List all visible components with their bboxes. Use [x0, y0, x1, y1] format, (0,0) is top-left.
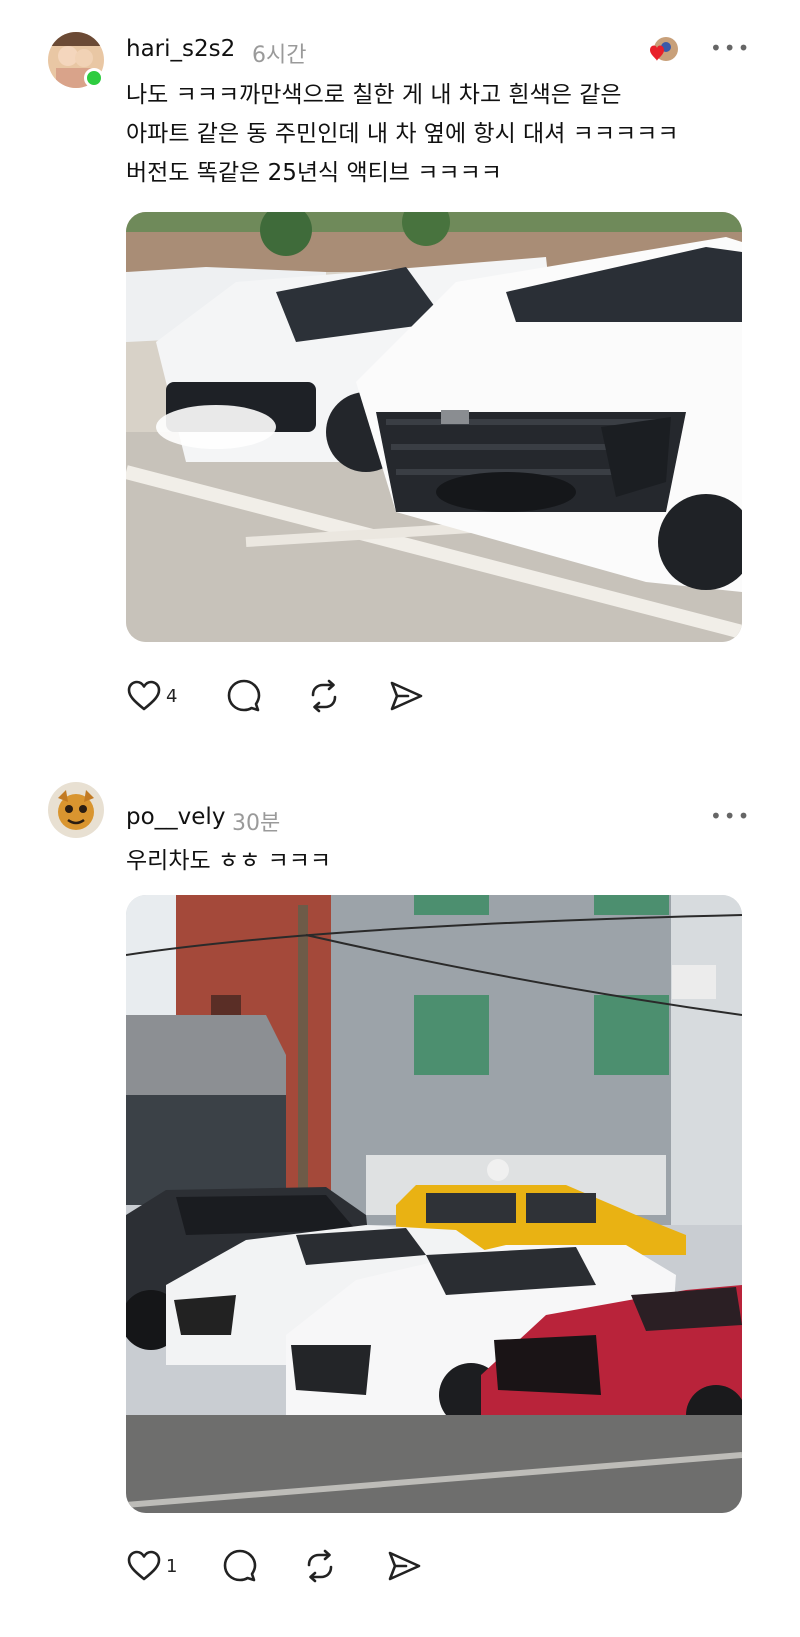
- like-button[interactable]: 1: [126, 1546, 177, 1586]
- heart-icon: [127, 1550, 161, 1581]
- share-button[interactable]: [386, 1546, 422, 1586]
- post-text: 나도 ㅋㅋㅋ까만색으로 칠한 게 내 차고 흰색은 같은 아파트 같은 동 주민…: [126, 82, 679, 186]
- share-button[interactable]: [388, 676, 424, 716]
- online-indicator: [84, 68, 104, 88]
- share-icon: [388, 1551, 421, 1581]
- post-1: hari_s2s2 6시간 ••• 나도 ㅋㅋㅋ까만색으로 칠한 게 내 차고 …: [0, 0, 800, 720]
- comment-icon: [227, 679, 261, 712]
- comment-button[interactable]: [222, 1546, 258, 1586]
- timestamp: 30분: [232, 811, 281, 836]
- timestamp: 6시간: [252, 43, 307, 68]
- post-actions: 1: [126, 1546, 426, 1586]
- like-count: 4: [166, 685, 178, 707]
- username[interactable]: hari_s2s2: [126, 36, 235, 62]
- comment-button[interactable]: [226, 676, 262, 716]
- post-text: 우리차도 ㅎㅎ ㅋㅋㅋ: [126, 848, 332, 874]
- repost-button[interactable]: [306, 676, 342, 716]
- post-image[interactable]: [126, 212, 742, 642]
- like-button[interactable]: 4: [126, 676, 177, 716]
- repost-button[interactable]: [302, 1546, 338, 1586]
- share-icon: [390, 681, 423, 711]
- post-image[interactable]: [126, 895, 742, 1513]
- comment-icon: [223, 1549, 257, 1582]
- like-count: 1: [166, 1555, 178, 1577]
- more-icon[interactable]: •••: [710, 804, 751, 828]
- liked-by-avatar[interactable]: [648, 36, 678, 64]
- avatar[interactable]: [48, 782, 104, 838]
- post-actions: 4: [126, 676, 426, 716]
- repost-icon: [307, 1549, 333, 1583]
- more-icon[interactable]: •••: [710, 36, 751, 60]
- heart-icon: [127, 680, 161, 711]
- repost-icon: [311, 679, 337, 713]
- username[interactable]: po__vely: [126, 804, 225, 830]
